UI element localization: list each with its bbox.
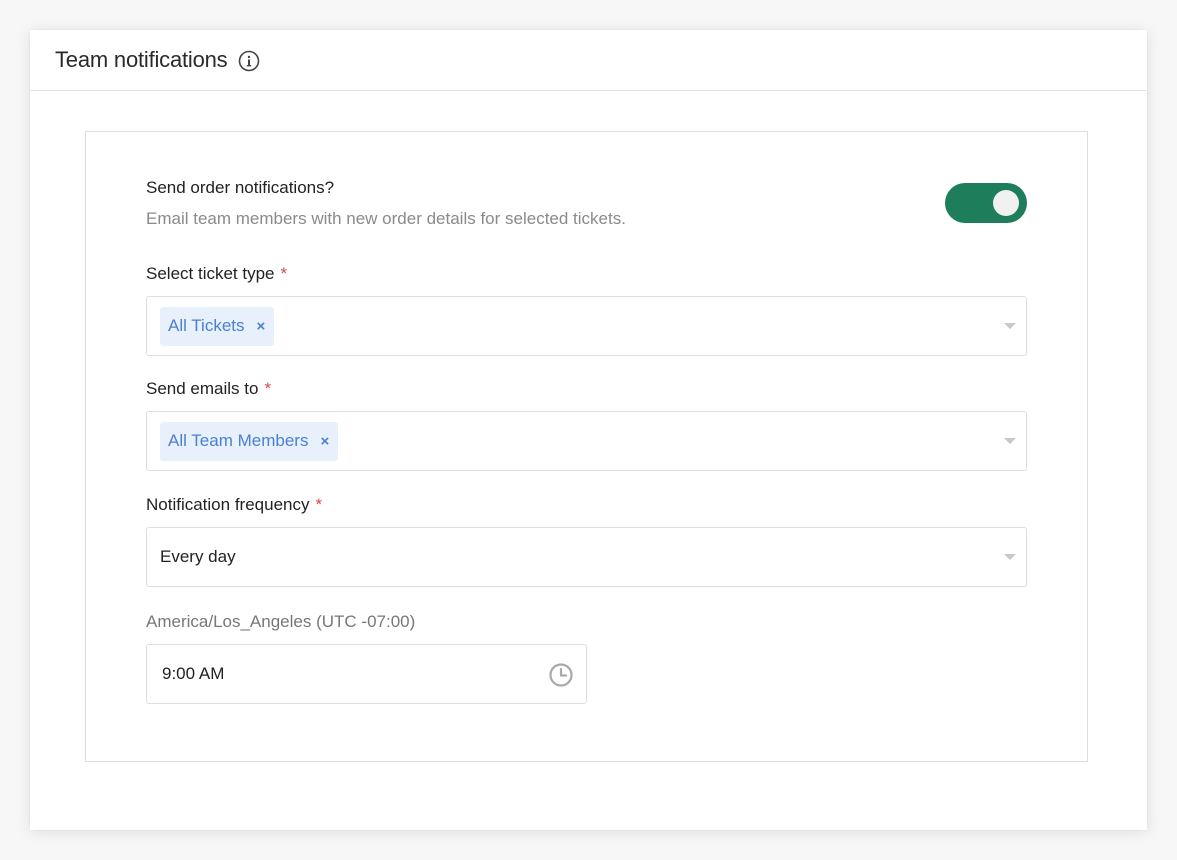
time-input[interactable]: 9:00 AM [146,644,587,704]
clock-icon[interactable] [548,662,574,688]
time-value: 9:00 AM [162,664,225,683]
chip-label: All Team Members [168,431,309,450]
ticket-type-label: Select ticket type * [146,264,1027,284]
info-icon[interactable] [238,50,260,72]
frequency-value: Every day [160,547,236,566]
toggle-knob [993,190,1019,216]
send-emails-label-text: Send emails to [146,379,259,398]
ticket-type-label-text: Select ticket type [146,264,275,283]
chevron-down-icon[interactable] [1004,438,1016,444]
settings-panel: Send order notifications? Email team mem… [85,131,1088,762]
chevron-down-icon[interactable] [1004,323,1016,329]
order-notifications-description: Email team members with new order detail… [146,209,626,228]
order-notifications-row: Send order notifications? Email team mem… [146,178,1027,238]
order-notifications-label: Send order notifications? [146,178,335,197]
send-emails-label: Send emails to * [146,379,1027,399]
remove-chip-icon[interactable]: × [257,319,266,334]
settings-form: Send order notifications? Email team mem… [146,178,1027,704]
required-marker: * [264,379,272,398]
team-notifications-card: Team notifications Send order notificati… [30,30,1147,830]
frequency-label: Notification frequency * [146,495,1027,515]
page-title: Team notifications [55,47,228,72]
chip-label: All Tickets [168,316,245,335]
card-header: Team notifications [30,30,1147,91]
ticket-type-select[interactable]: All Tickets × [146,296,1027,356]
required-marker: * [280,264,288,283]
send-emails-chip: All Team Members × [160,421,339,461]
required-marker: * [315,495,323,514]
remove-chip-icon[interactable]: × [320,434,329,449]
frequency-label-text: Notification frequency [146,495,310,514]
frequency-select[interactable]: Every day [146,527,1027,587]
timezone-label: America/Los_Angeles (UTC -07:00) [146,612,416,631]
order-notifications-toggle[interactable] [945,183,1027,223]
ticket-type-chip: All Tickets × [160,306,275,346]
chevron-down-icon[interactable] [1004,554,1016,560]
send-emails-select[interactable]: All Team Members × [146,411,1027,471]
